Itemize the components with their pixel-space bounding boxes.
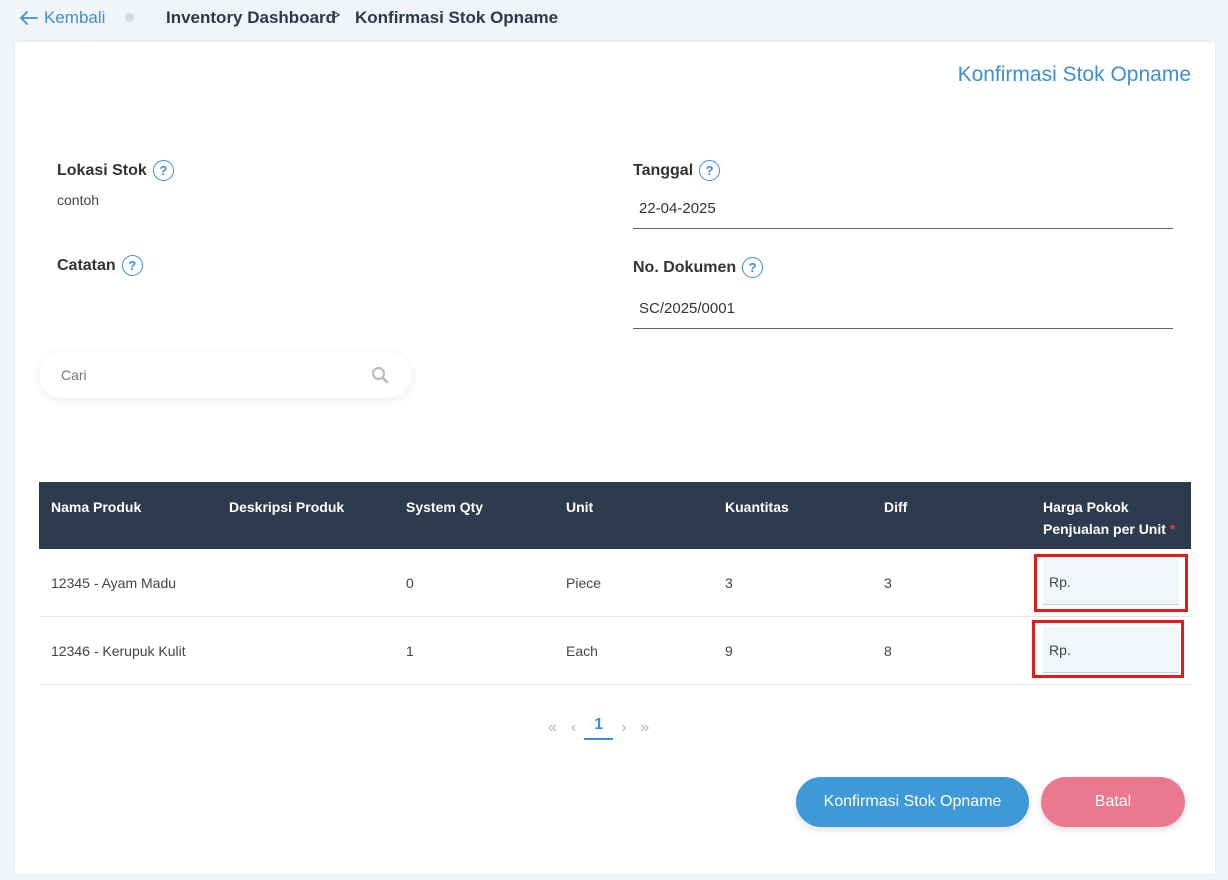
table-row: 12345 - Ayam Madu 0 Piece 3 3 Rp. (39, 549, 1191, 617)
confirm-button[interactable]: Konfirmasi Stok Opname (796, 777, 1029, 827)
back-label: Kembali (44, 8, 106, 27)
col-system-qty: System Qty (406, 499, 484, 515)
date-field[interactable]: 22-04-2025 (633, 189, 1173, 229)
cell-name: 12346 - Kerupuk Kulit (51, 643, 186, 659)
cancel-button[interactable]: Batal (1041, 777, 1185, 827)
col-quantity: Kuantitas (725, 499, 789, 515)
cell-unit: Piece (566, 575, 602, 591)
help-icon[interactable]: ? (121, 255, 143, 276)
main-card: Konfirmasi Stok Opname Lokasi Stok ? con… (15, 42, 1215, 874)
page-number-current[interactable]: 1 (584, 716, 614, 740)
col-diff: Diff (884, 499, 908, 515)
doc-number-label: No. Dokumen (633, 258, 737, 276)
date-label-row: Tanggal ? (633, 160, 721, 181)
breadcrumb-inventory-dashboard[interactable]: Inventory Dashboard (166, 8, 336, 28)
cell-quantity: 3 (725, 575, 733, 591)
page-last-button[interactable]: » (640, 719, 649, 737)
stock-table: Nama Produk Deskripsi Produk System Qty … (39, 482, 1191, 685)
help-icon[interactable]: ? (699, 160, 721, 181)
location-value: contoh (57, 192, 100, 208)
col-price-line1: Harga Pokok (1043, 499, 1129, 515)
top-bar: Kembali Inventory Dashboard > Konfirmasi… (0, 0, 1228, 36)
cell-system-qty: 1 (406, 643, 414, 659)
table-header: Nama Produk Deskripsi Produk System Qty … (39, 482, 1191, 549)
help-icon[interactable]: ? (152, 160, 174, 181)
breadcrumb-dot (125, 13, 134, 22)
col-price: Harga Pokok Penjualan per Unit * (1043, 496, 1175, 540)
cell-diff: 3 (884, 575, 892, 591)
notes-label-row: Catatan ? (57, 255, 143, 276)
col-price-line2-row: Penjualan per Unit * (1043, 518, 1175, 540)
pagination: « ‹ 1 › » (548, 716, 649, 740)
col-name: Nama Produk (51, 499, 142, 515)
table-row: 12346 - Kerupuk Kulit 1 Each 9 8 Rp. (39, 617, 1191, 685)
search-box (39, 352, 411, 398)
location-label-row: Lokasi Stok ? (57, 160, 174, 181)
notes-label: Catatan (57, 256, 116, 274)
highlight-box (1032, 620, 1184, 678)
required-mark: * (1169, 521, 1176, 537)
page-first-button[interactable]: « (548, 719, 557, 737)
cell-quantity: 9 (725, 643, 733, 659)
cell-diff: 8 (884, 643, 892, 659)
breadcrumb-current: Konfirmasi Stok Opname (355, 8, 559, 27)
col-description: Deskripsi Produk (229, 499, 345, 515)
breadcrumb-separator: > (331, 7, 341, 24)
page-prev-button[interactable]: ‹ (571, 719, 576, 737)
help-icon[interactable]: ? (742, 257, 764, 278)
doc-label-row: No. Dokumen ? (633, 257, 764, 278)
back-link[interactable]: Kembali (20, 8, 105, 28)
page-next-button[interactable]: › (621, 719, 626, 737)
highlight-box (1034, 554, 1188, 612)
col-price-line2: Penjualan per Unit (1043, 521, 1166, 537)
cell-name: 12345 - Ayam Madu (51, 575, 177, 591)
col-unit: Unit (566, 499, 594, 515)
page-title: Konfirmasi Stok Opname (957, 63, 1191, 86)
date-label: Tanggal (633, 161, 694, 179)
location-label: Lokasi Stok (57, 161, 147, 179)
cell-unit: Each (566, 643, 598, 659)
doc-number-field[interactable]: SC/2025/0001 (633, 289, 1173, 329)
arrow-left-icon (20, 11, 38, 25)
search-icon[interactable] (371, 366, 389, 384)
cell-system-qty: 0 (406, 575, 414, 591)
search-input[interactable] (61, 367, 341, 383)
